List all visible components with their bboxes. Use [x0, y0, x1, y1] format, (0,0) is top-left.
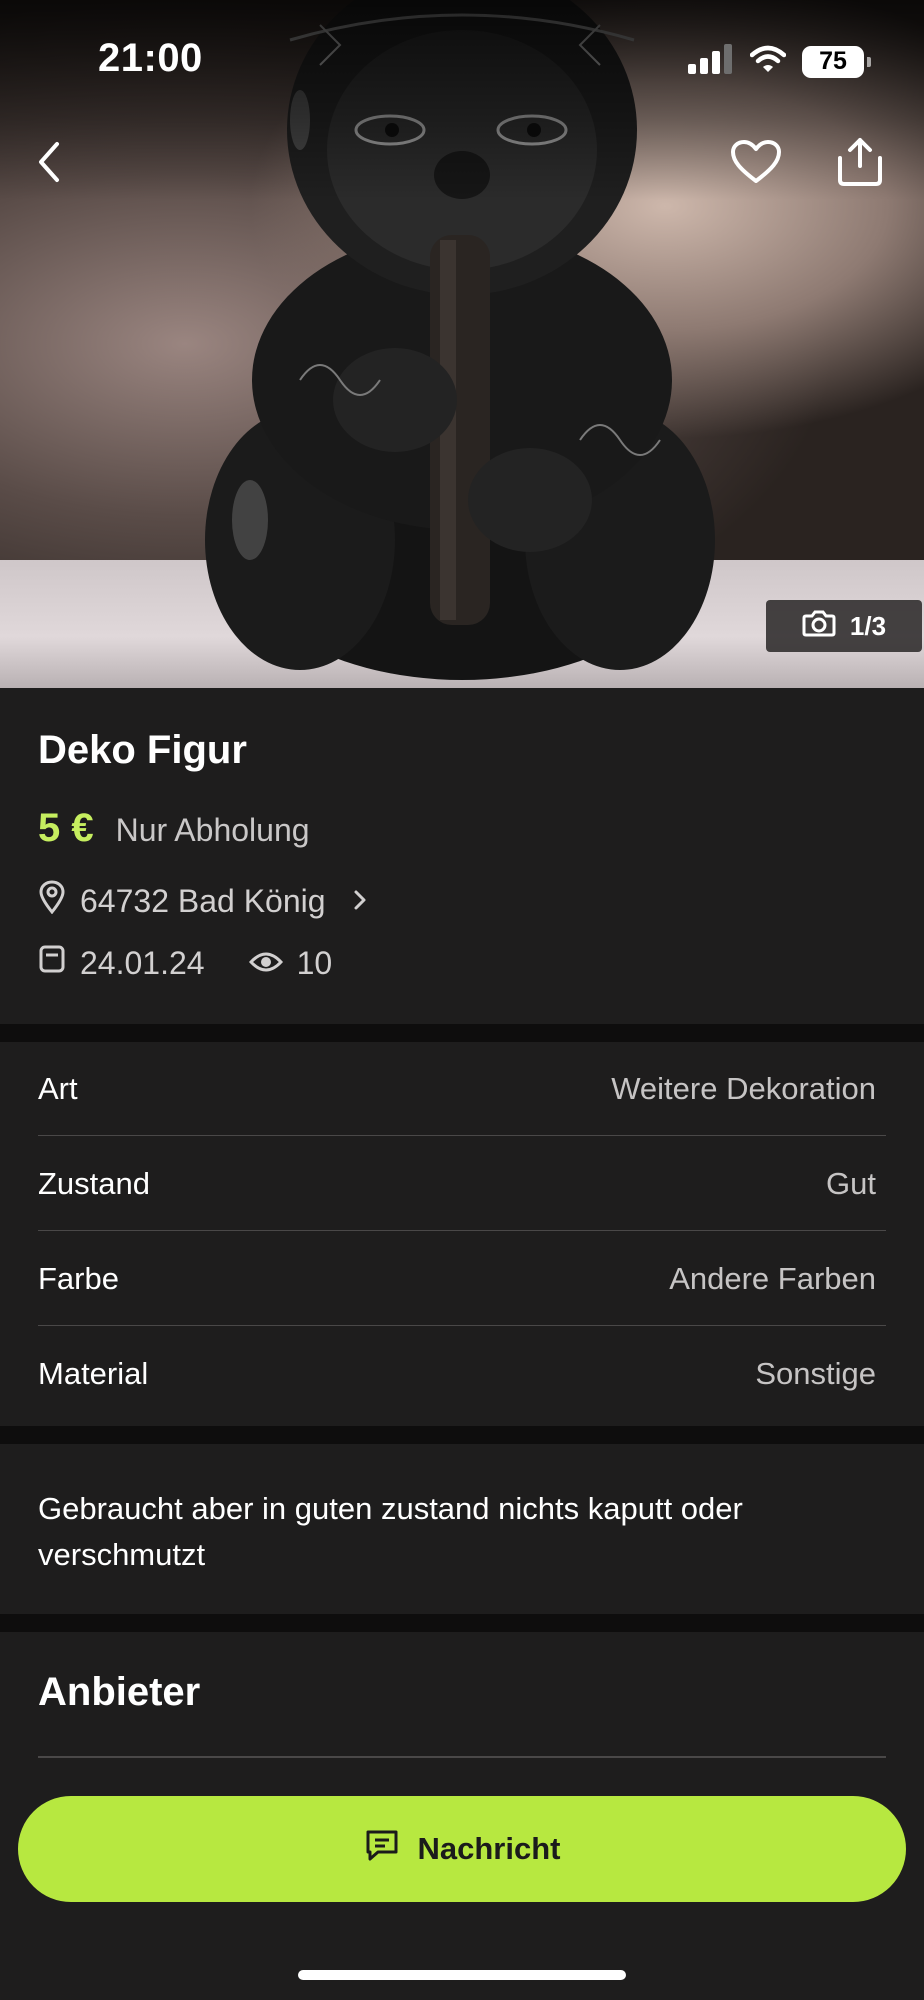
section-divider	[0, 1024, 924, 1042]
signal-icon	[688, 44, 734, 79]
message-icon	[364, 1828, 400, 1870]
post-date: 24.01.24	[80, 944, 205, 981]
attribute-value: Gut	[826, 1165, 876, 1201]
price-row: 5 € Nur Abholung	[38, 806, 310, 851]
attribute-value: Weitere Dekoration	[611, 1070, 876, 1106]
chevron-right-icon	[352, 883, 368, 920]
battery-level: 75	[819, 47, 847, 75]
section-divider	[0, 1614, 924, 1632]
attribute-row-zustand: Zustand Gut	[38, 1137, 886, 1231]
listing-title: Deko Figur	[38, 728, 247, 772]
listing-photo[interactable]	[0, 0, 924, 688]
attribute-label: Farbe	[38, 1260, 119, 1296]
wifi-icon	[749, 45, 787, 78]
location-text: 64732 Bad König	[80, 882, 326, 919]
section-divider	[0, 1426, 924, 1444]
seller-divider	[38, 1756, 886, 1758]
delivery-option: Nur Abholung	[115, 812, 310, 848]
camera-icon	[802, 609, 836, 644]
meta-row: 24.01.24 10	[38, 944, 332, 982]
share-button[interactable]	[830, 134, 890, 194]
status-icons: 75	[688, 44, 871, 79]
listing-info: Deko Figur 5 € Nur Abholung 64732 Bad Kö…	[0, 688, 924, 1024]
listing-price: 5 €	[38, 806, 94, 850]
attribute-value: Sonstige	[755, 1356, 876, 1391]
attribute-label: Art	[38, 1070, 78, 1106]
favorite-button[interactable]	[726, 134, 786, 194]
heart-icon	[730, 139, 782, 190]
photo-counter-text: 1/3	[849, 610, 887, 641]
attribute-label: Material	[38, 1356, 149, 1391]
back-icon	[35, 140, 65, 189]
back-button[interactable]	[20, 134, 80, 194]
seller-section-title: Anbieter	[38, 1670, 201, 1714]
view-count: 10	[296, 944, 333, 981]
attribute-row-art: Art Weitere Dekoration	[38, 1042, 886, 1136]
listing-description: Gebraucht aber in guten zustand nichts k…	[38, 1491, 743, 1572]
attribute-label: Zustand	[38, 1165, 151, 1201]
message-button-label: Nachricht	[417, 1831, 561, 1866]
share-icon	[835, 136, 885, 193]
attribute-row-material: Material Sonstige	[38, 1327, 886, 1421]
home-indicator[interactable]	[298, 1970, 626, 1980]
message-button[interactable]: Nachricht	[18, 1796, 906, 1902]
battery-icon: 75	[802, 45, 871, 78]
attribute-row-farbe: Farbe Andere Farben	[38, 1232, 886, 1326]
attributes-list: Art Weitere Dekoration Zustand Gut Farbe…	[0, 1042, 924, 1424]
location-link[interactable]: 64732 Bad König	[38, 880, 368, 922]
eye-icon	[248, 945, 283, 982]
calendar-icon	[38, 944, 66, 982]
location-pin-icon	[38, 880, 66, 922]
attribute-value: Andere Farben	[669, 1260, 876, 1296]
status-time: 21:00	[98, 36, 203, 80]
photo-counter: 1/3	[766, 600, 922, 652]
